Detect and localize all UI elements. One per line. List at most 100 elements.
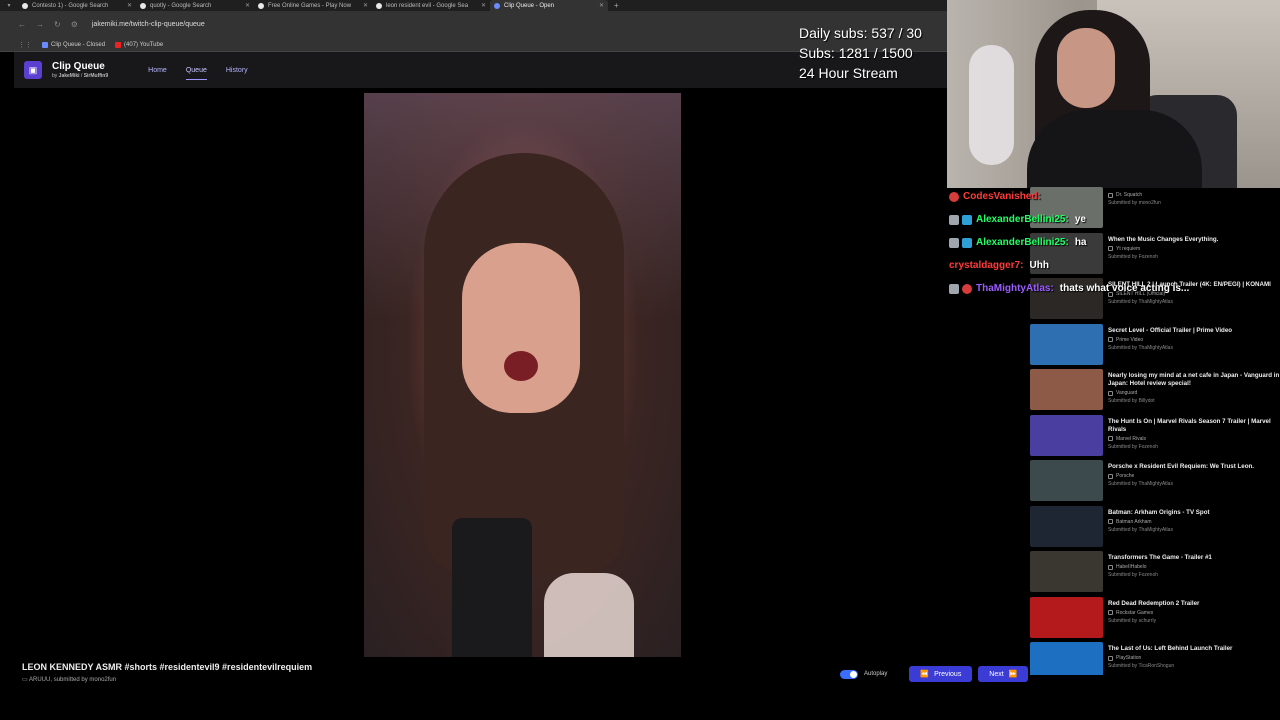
queue-submitter: Submitted by ThaMightyAtlas [1108,344,1173,351]
streamer-webcam [947,0,1280,188]
chat-text: ha [1074,237,1087,248]
new-tab-icon[interactable]: + [614,1,619,10]
clip-queue-icon [494,3,500,9]
reload-icon[interactable]: ↻ [54,20,61,29]
browser-tab[interactable]: quotly - Google Search ✕ [136,0,254,11]
bookmark-label: (407) YouTube [124,41,164,48]
autoplay-toggle[interactable] [840,669,858,679]
chat-username: AlexanderBellini25: [976,237,1069,248]
clip-title: LEON KENNEDY ASMR #shorts #residentevil9… [22,662,313,672]
queue-thumbnail [1030,414,1103,456]
webcam-headset-stand [969,45,1014,165]
browser-tab-active[interactable]: Clip Queue - Open ✕ [490,0,608,11]
chat-message: ThaMightyAtlas: thats what voice acting … [949,277,1219,300]
queue-channel: Vanguard [1116,390,1138,396]
close-tab-icon[interactable]: ✕ [245,2,250,9]
next-button[interactable]: Next ⏩ [978,666,1029,682]
back-icon[interactable]: ← [18,20,26,29]
video-microphone [452,518,532,657]
queue-title: Red Dead Redemption 2 Trailer [1108,599,1200,607]
queue-submitter: Submitted by Billydot [1108,398,1155,404]
queue-title: Nearly losing my mind at a net cafe in J… [1108,372,1280,387]
queue-thumbnail [1030,323,1103,365]
next-label: Next [989,670,1004,678]
url-field[interactable]: jakemiki.me/twitch-clip-queue/queue [92,21,205,28]
youtube-icon [115,41,122,48]
chat-message: CodesVanished: [949,185,1219,208]
nav-queue[interactable]: Queue [185,64,207,80]
stream-overlay: Daily subs: 537 / 30 Subs: 1281 / 1500 2… [799,23,922,83]
google-icon [22,3,28,9]
clip-queue-icon [42,41,48,48]
queue-title: The Last of Us: Left Behind Launch Trail… [1108,645,1233,652]
brand: Clip Queue by JakeMiki / SirMuffin9 [52,61,108,79]
browser-tab-bar: ▾ Contesto 1) - Google Search ✕ quotly - … [0,0,947,11]
chat-message: AlexanderBellini25: ha [949,231,1219,254]
browser-tab[interactable]: Contesto 1) - Google Search ✕ [18,0,136,11]
tab-label: leon resident evil - Google Sea [386,2,469,9]
by-prefix: by [52,73,58,79]
clip-queue-logo-icon: ▣ [24,61,42,79]
stream-label-text: 24 Hour Stream [799,65,898,81]
queue-title: The Hunt Is On | Marvel Rivals Season 7 … [1108,417,1271,433]
bookmark-clip-queue[interactable]: Clip Queue - Closed [42,41,105,48]
video-subject-shirt [544,573,634,657]
channel-icon [1108,564,1113,570]
submitted-by-label: submitted by [53,677,88,683]
app-name: Clip Queue [52,61,105,72]
video-player[interactable] [22,93,947,657]
queue-item[interactable]: Secret Level - Official Trailer | Prime … [1030,323,1280,370]
player-controls: Autoplay ⏪ Previous Next ⏩ [840,666,1029,682]
nav-history[interactable]: History [226,64,248,77]
site-info-icon[interactable]: ⚙ [71,20,78,29]
video-frame[interactable] [364,93,681,657]
browser-tab[interactable]: leon resident evil - Google Sea ✕ [372,0,490,11]
subs-goal-text: Subs: 1281 / 1500 [799,45,913,61]
close-tab-icon[interactable]: ✕ [481,2,486,9]
apps-grid-icon[interactable]: ⋮⋮ [18,41,32,49]
screen: ▾ Contesto 1) - Google Search ✕ quotly - … [0,0,1280,720]
browser-tab[interactable]: Free Online Games - Play Now ✕ [254,0,372,11]
queue-channel: HabeIIHabelo [1116,564,1147,570]
queue-item[interactable]: Red Dead Redemption 2 Trailer Rockstar Ga… [1030,596,1280,643]
queue-title: Porsche x Resident Evil Requiem: We Trus… [1108,463,1255,470]
chat-text: Uhh [1029,260,1049,271]
queue-channel: Prime Video [1116,336,1144,343]
chat-message: AlexanderBellini25: ye [949,208,1219,231]
queue-item[interactable]: The Last of Us: Left Behind Launch Trail… [1030,642,1280,675]
queue-submitter: Submitted by schurrly [1108,617,1157,624]
queue-channel: Rockstar Games [1116,609,1154,616]
channel-icon [1108,519,1113,524]
video-subject-mouth [504,351,538,381]
queue-channel: Marvel Rivals [1116,435,1147,442]
close-tab-icon[interactable]: ✕ [363,2,368,9]
channel-icon [1108,655,1113,661]
app-authors: by JakeMiki / SirMuffin9 [52,73,108,79]
queue-thumbnail [1030,596,1103,638]
game-site-icon [258,3,264,9]
clip-meta: ▭ ARUUU, submitted by mono2fun [22,677,117,683]
previous-button[interactable]: ⏪ Previous [909,666,973,682]
queue-item[interactable]: Nearly losing my mind at a net cafe in J… [1030,369,1280,415]
queue-item[interactable]: Transformers The Game - Trailer #1 HabeII… [1030,551,1280,597]
clip-submitter: mono2fun [89,677,117,683]
tab-search-icon[interactable]: ▾ [0,2,18,9]
bookmark-youtube[interactable]: (407) YouTube [115,41,164,48]
close-tab-icon[interactable]: ✕ [599,2,604,9]
google-icon [376,3,382,9]
author-link[interactable]: JakeMiki [59,73,80,79]
forward-icon[interactable]: → [36,20,44,29]
channel-icon [1108,436,1113,441]
nav-home[interactable]: Home [148,64,167,77]
author-link[interactable]: SirMuffin9 [84,73,108,79]
subscriber-badge-icon [962,283,972,294]
queue-item[interactable]: Batman: Arkham Origins - TV Spot Batman A… [1030,505,1280,552]
queue-item[interactable]: Porsche x Resident Evil Requiem: We Trus… [1030,460,1280,506]
queue-item[interactable]: The Hunt Is On | Marvel Rivals Season 7 … [1030,414,1280,461]
queue-thumbnail [1030,642,1103,675]
queue-thumbnail [1030,369,1103,410]
close-tab-icon[interactable]: ✕ [127,2,132,9]
queue-channel: Batman Arkham [1116,518,1152,525]
sword-badge-icon [949,283,959,294]
sword-badge-icon [949,237,959,248]
